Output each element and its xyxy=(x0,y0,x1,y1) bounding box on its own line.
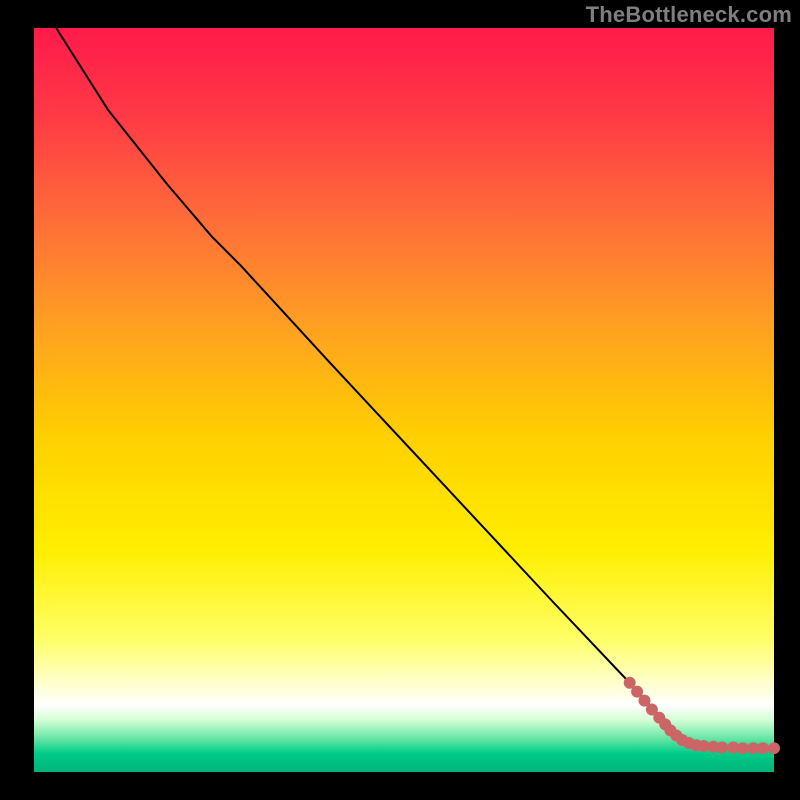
highlight-dot xyxy=(716,741,728,753)
chart-plot-area xyxy=(34,28,774,772)
highlight-dot xyxy=(737,742,749,754)
highlight-dot xyxy=(757,742,769,754)
chart-stage: TheBottleneck.com xyxy=(0,0,800,800)
highlight-dot xyxy=(768,742,780,754)
watermark-text: TheBottleneck.com xyxy=(586,2,792,28)
chart-svg xyxy=(0,0,800,800)
